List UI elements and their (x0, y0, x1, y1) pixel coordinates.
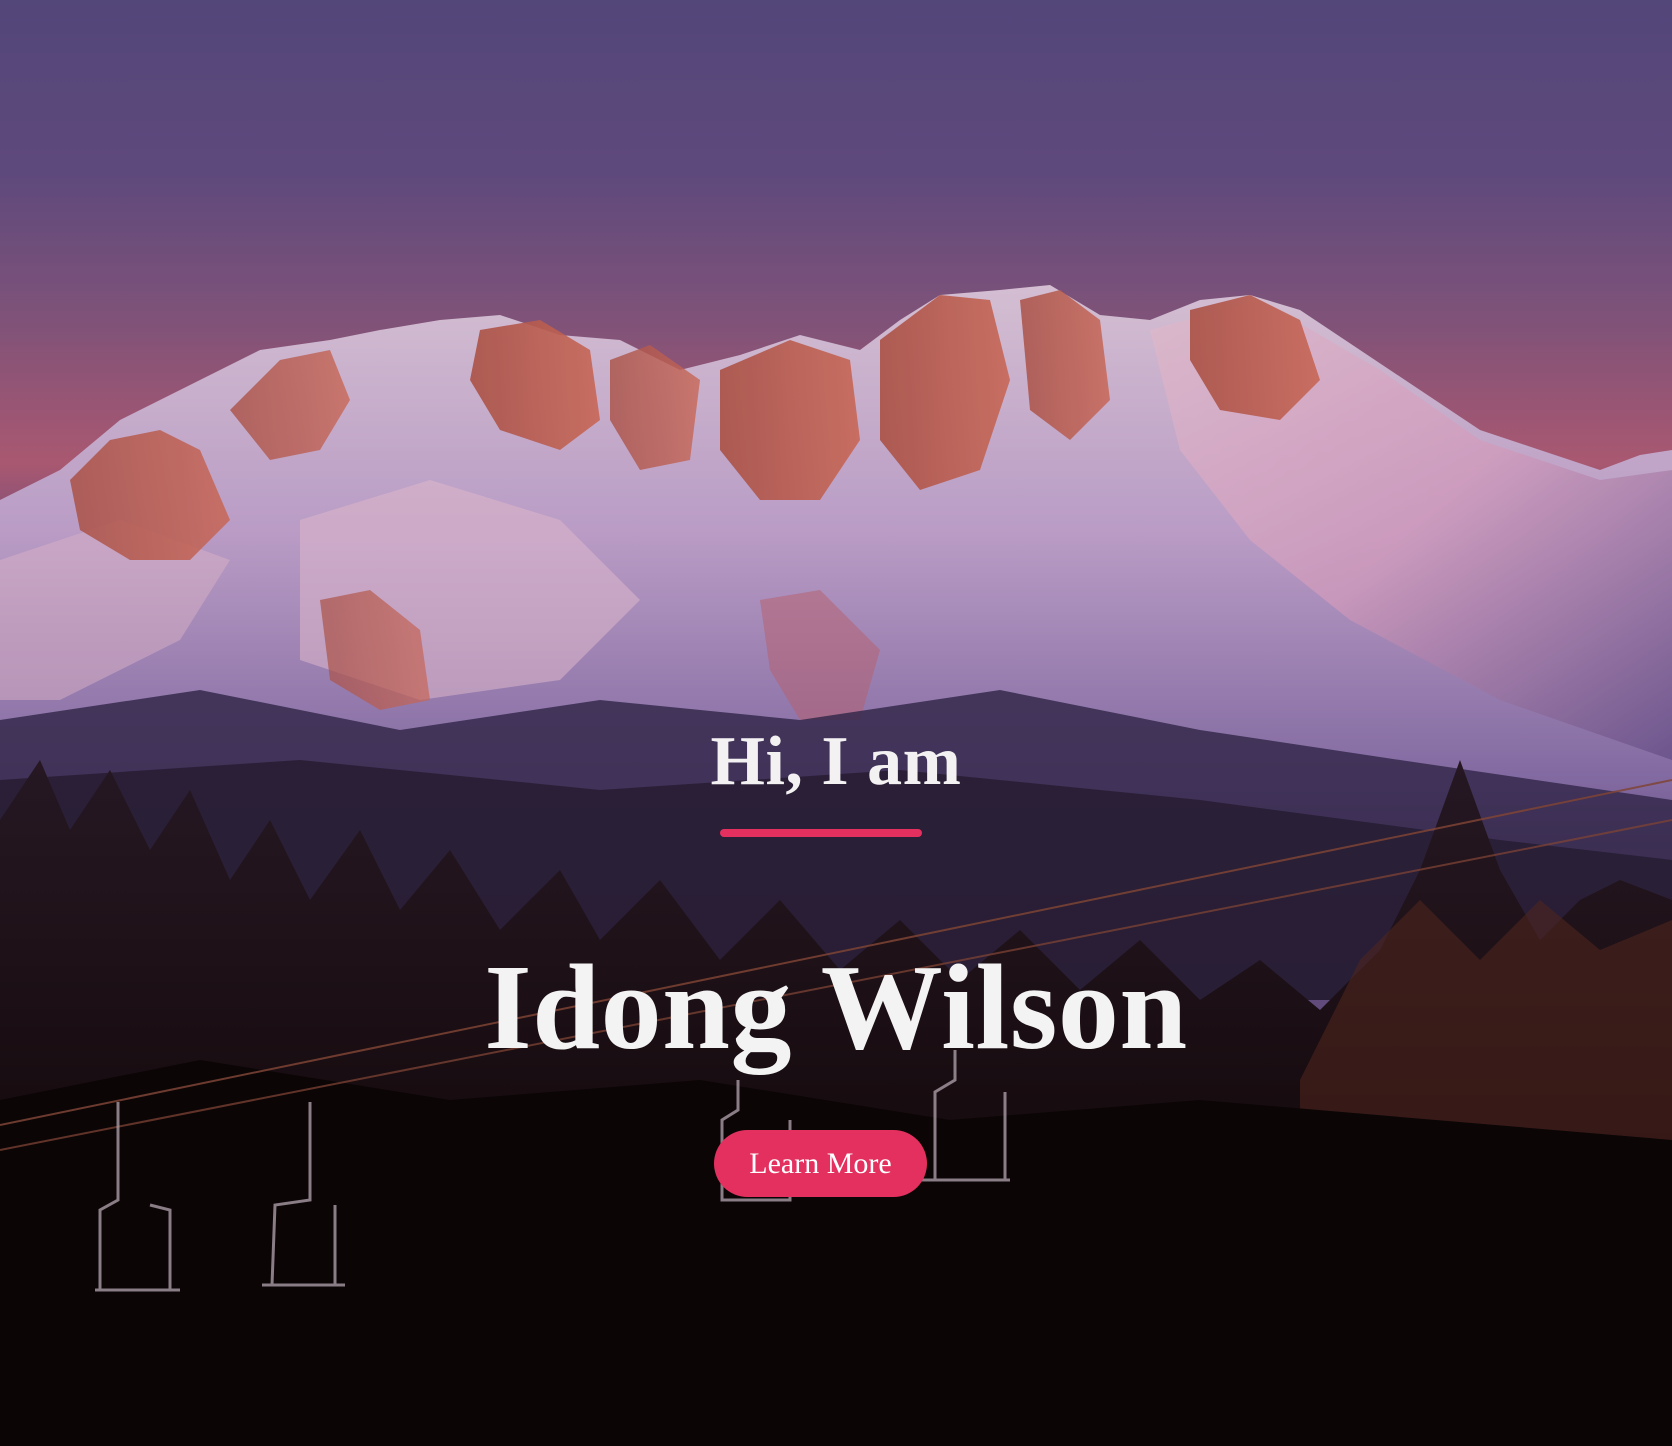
hero-content: Hi, I am Idong Wilson Learn More (0, 0, 1672, 1446)
hero-name-heading: Idong Wilson (484, 940, 1188, 1075)
greeting-underline-divider (720, 829, 922, 837)
learn-more-button[interactable]: Learn More (714, 1130, 927, 1197)
hero-greeting: Hi, I am (710, 723, 962, 800)
hero-section: Hi, I am Idong Wilson Learn More (0, 0, 1672, 1446)
